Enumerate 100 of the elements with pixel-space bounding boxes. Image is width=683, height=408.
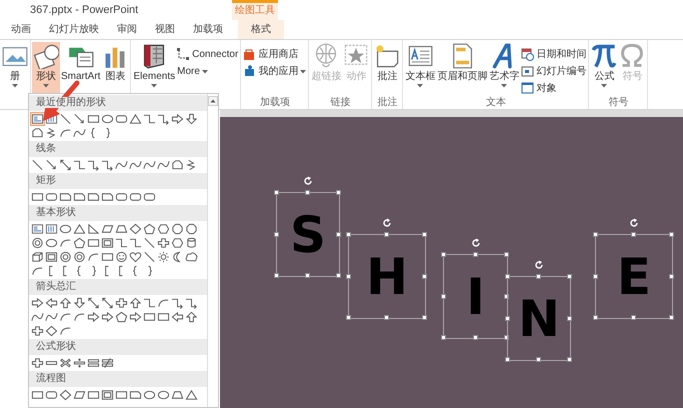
ribbon-tab[interactable]: 动画 <box>2 20 40 39</box>
elbow-connector-icon[interactable] <box>143 113 156 125</box>
resize-handle[interactable] <box>669 232 674 237</box>
curve-icon[interactable] <box>129 159 142 171</box>
equal-icon[interactable] <box>87 357 100 369</box>
trapezoid-icon[interactable] <box>171 389 184 401</box>
arc-icon[interactable] <box>59 237 72 249</box>
multiply-icon[interactable] <box>59 357 72 369</box>
arc-icon[interactable] <box>157 297 170 309</box>
resize-handle[interactable] <box>631 232 636 237</box>
plus-icon[interactable] <box>31 325 44 337</box>
resize-handle[interactable] <box>336 190 341 195</box>
scribble-icon[interactable] <box>185 159 198 171</box>
elbow-connector-icon[interactable] <box>129 237 142 249</box>
resize-handle[interactable] <box>567 274 572 279</box>
parallelogram-icon[interactable] <box>73 389 86 401</box>
resize-handle[interactable] <box>567 316 572 320</box>
heart-icon[interactable] <box>129 251 142 263</box>
resize-handle[interactable] <box>593 232 598 237</box>
resize-handle[interactable] <box>505 316 510 320</box>
curve-icon[interactable] <box>31 311 44 323</box>
cube-icon[interactable] <box>31 251 44 263</box>
elbow-connector-icon[interactable] <box>143 297 156 309</box>
donut-icon[interactable] <box>59 251 72 263</box>
plus-icon[interactable] <box>157 237 170 249</box>
resize-handle[interactable] <box>384 315 389 320</box>
resize-handle[interactable] <box>536 357 541 362</box>
resize-handle[interactable] <box>669 315 674 320</box>
resize-handle[interactable] <box>422 232 427 237</box>
resize-handle[interactable] <box>505 274 510 279</box>
resize-handle[interactable] <box>274 190 279 195</box>
frame-icon[interactable] <box>101 237 114 249</box>
oval-icon[interactable] <box>101 113 114 125</box>
resize-handle[interactable] <box>504 335 509 340</box>
right-triangle-icon[interactable] <box>87 223 100 235</box>
resize-handle[interactable] <box>422 315 427 320</box>
ribbon-tab[interactable]: 视图 <box>146 20 184 39</box>
resize-handle[interactable] <box>472 335 478 340</box>
rotate-handle-icon[interactable] <box>534 260 544 270</box>
resize-handle[interactable] <box>536 274 541 279</box>
not-equal-icon[interactable] <box>101 357 114 369</box>
rectangle-icon[interactable] <box>143 311 156 323</box>
ribbon-button[interactable]: 幻灯片编号 <box>520 63 588 80</box>
arrow-line-icon[interactable] <box>73 113 86 125</box>
resize-handle[interactable] <box>441 294 446 298</box>
curve-icon[interactable] <box>73 127 86 139</box>
double-arrow-line-icon[interactable] <box>59 159 72 171</box>
left-arrow-icon[interactable] <box>171 311 184 323</box>
resize-handle[interactable] <box>305 190 310 195</box>
diamond-icon[interactable] <box>129 223 142 235</box>
rounded-rectangle-icon[interactable] <box>45 389 58 401</box>
diamond-icon[interactable] <box>45 325 58 337</box>
elbow-arrow-icon[interactable] <box>87 159 100 171</box>
textbox-icon[interactable] <box>31 223 44 235</box>
triangle-icon[interactable] <box>129 113 142 125</box>
rectangle-icon[interactable] <box>157 311 170 323</box>
octagon-icon[interactable] <box>185 223 198 235</box>
cloud-icon[interactable] <box>185 251 198 263</box>
elbow-connector-icon[interactable] <box>115 237 128 249</box>
shapes-button[interactable]: 形状 <box>32 42 60 96</box>
vertical-textbox-icon[interactable] <box>45 223 58 235</box>
triangle-icon[interactable] <box>73 223 86 235</box>
rounded-rectangle-icon[interactable] <box>115 113 128 125</box>
resize-handle[interactable] <box>593 315 598 320</box>
up-arrow-icon[interactable] <box>129 297 142 309</box>
ribbon-button[interactable]: 我的应用 <box>242 63 308 80</box>
resize-handle[interactable] <box>274 232 279 236</box>
resize-handle[interactable] <box>669 274 674 278</box>
line-icon[interactable] <box>59 113 72 125</box>
bar-chart-button[interactable]: 图表 <box>101 42 130 96</box>
line-icon[interactable] <box>31 159 44 171</box>
arrow-line-icon[interactable] <box>45 159 58 171</box>
hexagon-icon[interactable] <box>171 237 184 249</box>
scroll-up-icon[interactable] <box>208 96 218 106</box>
rounded-rectangle-icon[interactable] <box>129 191 142 203</box>
resize-handle[interactable] <box>422 274 427 278</box>
line-icon[interactable] <box>143 237 156 249</box>
cylinder-icon[interactable] <box>185 237 198 249</box>
elbow-arrow-icon[interactable] <box>171 297 184 309</box>
curve-icon[interactable] <box>157 159 170 171</box>
ribbon-button[interactable]: 对象 <box>520 80 588 97</box>
line-icon[interactable] <box>143 251 156 263</box>
resize-handle[interactable] <box>346 315 351 320</box>
scribble-icon[interactable] <box>45 127 58 139</box>
elbow-arrow-icon[interactable] <box>185 297 198 309</box>
oval-icon[interactable] <box>45 237 58 249</box>
rectangle-icon[interactable] <box>31 389 44 401</box>
ribbon-button[interactable]: Connector <box>176 46 240 63</box>
freeform-icon[interactable] <box>171 159 184 171</box>
pi-button[interactable]: 公式 <box>590 42 618 96</box>
arc-icon[interactable] <box>59 127 72 139</box>
trapezoid-icon[interactable] <box>115 223 128 235</box>
resize-handle[interactable] <box>305 273 310 278</box>
plus-icon[interactable] <box>31 357 44 369</box>
curve-icon[interactable] <box>143 159 156 171</box>
rectangle-icon[interactable] <box>115 389 128 401</box>
right-arrow-icon[interactable] <box>129 311 142 323</box>
arc-icon[interactable] <box>59 325 72 337</box>
resize-handle[interactable] <box>472 252 478 257</box>
arc-icon[interactable] <box>73 311 86 323</box>
